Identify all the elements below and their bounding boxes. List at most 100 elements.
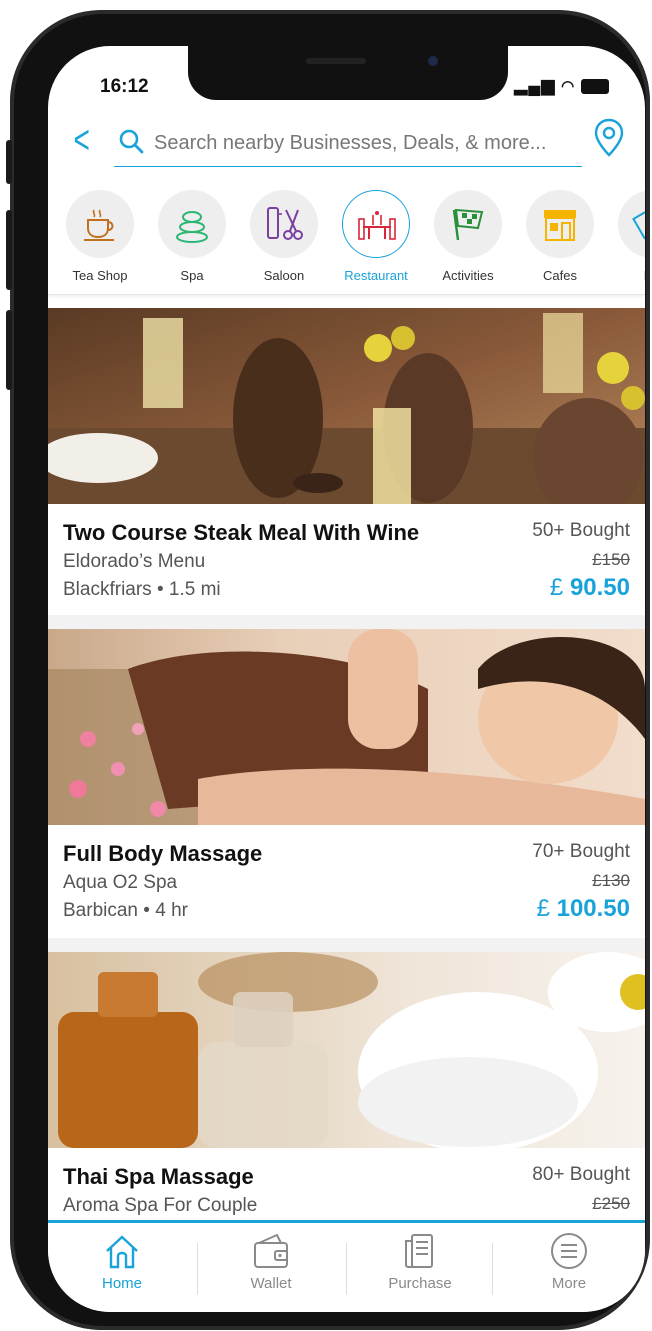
category-cafes[interactable]: Cafes — [517, 190, 603, 283]
back-chevron-icon[interactable]: < — [74, 120, 90, 160]
deal-merchant: Aroma Spa For Couple — [63, 1195, 258, 1216]
tab-home[interactable]: Home — [48, 1231, 196, 1292]
separator-dot: • — [143, 900, 156, 921]
old-price-value: 130 — [601, 871, 630, 890]
currency: £ — [592, 1194, 602, 1213]
location-pin-icon[interactable] — [593, 118, 625, 158]
battery-icon — [581, 79, 609, 95]
home-icon — [106, 1235, 138, 1269]
old-price-value: 250 — [601, 1194, 630, 1213]
tab-divider — [492, 1243, 493, 1295]
category-label: De — [609, 268, 645, 283]
category-label: Spa — [180, 268, 204, 283]
category-bar: Tea Shop Spa Saloon Restaurant Activitie… — [48, 184, 645, 295]
app-screen: 16:12 ▂▄▆ ◠ < Search nearby Businesses, … — [48, 46, 645, 1312]
front-camera — [428, 56, 438, 66]
category-activities[interactable]: Activities — [425, 190, 511, 283]
deal-bought-count: 80+ Bought — [532, 1164, 630, 1185]
wallet-icon — [254, 1233, 288, 1268]
deal-area: Blackfriars — [63, 579, 152, 600]
bottom-tab-bar: Home Wallet Purchase More — [48, 1220, 645, 1312]
currency: £ — [592, 871, 602, 890]
wifi-icon: ◠ — [561, 78, 576, 95]
deal-title: Full Body Massage — [63, 841, 263, 866]
scissors-comb-icon — [267, 207, 303, 240]
deal-image-dining — [48, 308, 645, 504]
category-label: Saloon — [263, 268, 305, 283]
cafe-storefront-icon — [544, 210, 576, 241]
partial-icon — [632, 210, 645, 240]
deal-image-oils — [48, 952, 645, 1148]
phone-frame: 16:12 ▂▄▆ ◠ < Search nearby Businesses, … — [6, 10, 650, 1330]
deal-title: Two Course Steak Meal With Wine — [63, 520, 420, 545]
menu-circle-icon — [551, 1233, 587, 1269]
notch — [188, 46, 508, 100]
deal-location: Barbican • 4 hr — [63, 900, 188, 922]
signal-icon: ▂▄▆ — [514, 76, 556, 95]
deal-old-price: £150 — [592, 550, 630, 570]
checkered-flag-icon — [452, 208, 484, 241]
currency: £ — [592, 550, 602, 569]
deal-location: Blackfriars • 1.5 mi — [63, 579, 221, 601]
tab-label: More — [551, 1275, 587, 1292]
old-price-value: 150 — [601, 550, 630, 569]
dining-table-icon — [358, 211, 396, 240]
deal-bought-count: 70+ Bought — [532, 841, 630, 862]
search-input[interactable]: Search nearby Businesses, Deals, & more.… — [114, 120, 582, 167]
volume-up-button — [6, 210, 12, 290]
category-tea-shop[interactable]: Tea Shop — [57, 190, 143, 283]
category-circle — [526, 190, 594, 258]
tab-label: Purchase — [388, 1275, 452, 1292]
category-circle-active — [342, 190, 410, 258]
price-value: 90.50 — [569, 574, 630, 601]
tab-wallet[interactable]: Wallet — [197, 1231, 345, 1292]
category-label-active: Restaurant — [344, 268, 408, 283]
deal-image-massage — [48, 629, 645, 825]
search-placeholder: Search nearby Businesses, Deals, & more.… — [154, 132, 547, 154]
tea-cup-icon — [84, 209, 114, 241]
tab-label: Wallet — [250, 1275, 292, 1292]
deal-distance: 4 hr — [155, 900, 188, 921]
deal-merchant: Aqua O2 Spa — [63, 872, 178, 893]
category-circle — [66, 190, 134, 258]
mute-switch — [6, 140, 12, 184]
status-time: 16:12 — [100, 76, 149, 97]
deal-card[interactable]: Full Body Massage Aqua O2 Spa Barbican •… — [48, 629, 645, 938]
category-circle — [618, 190, 645, 258]
deal-price: £ 90.50 — [550, 574, 630, 602]
search-icon — [119, 129, 144, 154]
price-value: 100.50 — [556, 895, 630, 922]
deal-title: Thai Spa Massage — [63, 1164, 254, 1189]
deal-old-price: £130 — [592, 871, 630, 891]
separator-dot: • — [156, 579, 169, 600]
speaker — [306, 58, 366, 64]
deal-card[interactable]: Two Course Steak Meal With Wine Eldorado… — [48, 308, 645, 615]
status-icons: ▂▄▆ ◠ — [514, 76, 609, 96]
deal-bought-count: 50+ Bought — [532, 520, 630, 541]
category-label: Activities — [442, 268, 494, 283]
search-row: < Search nearby Businesses, Deals, & mor… — [48, 114, 645, 168]
category-partial[interactable]: De — [609, 190, 645, 283]
category-circle — [250, 190, 318, 258]
category-circle — [158, 190, 226, 258]
deal-card[interactable]: Thai Spa Massage Aroma Spa For Couple 80… — [48, 952, 645, 1220]
volume-down-button — [6, 310, 12, 390]
tab-label: Home — [101, 1275, 142, 1292]
category-saloon[interactable]: Saloon — [241, 190, 327, 283]
deal-distance: 1.5 mi — [168, 579, 221, 600]
category-circle — [434, 190, 502, 258]
deal-area: Barbican — [63, 900, 138, 921]
spa-stones-icon — [176, 211, 208, 243]
deal-merchant: Eldorado’s Menu — [63, 551, 206, 572]
category-restaurant[interactable]: Restaurant — [333, 190, 419, 283]
category-label: Cafes — [543, 268, 577, 283]
currency: £ — [549, 574, 564, 601]
currency: £ — [536, 895, 550, 922]
deal-price: £ 100.50 — [537, 895, 630, 923]
deals-feed: Two Course Steak Meal With Wine Eldorado… — [48, 308, 645, 1220]
tab-purchase[interactable]: Purchase — [346, 1231, 494, 1292]
receipt-icon — [405, 1234, 433, 1268]
tab-more[interactable]: More — [495, 1231, 643, 1292]
category-spa[interactable]: Spa — [149, 190, 235, 283]
deal-old-price: £250 — [592, 1194, 630, 1214]
